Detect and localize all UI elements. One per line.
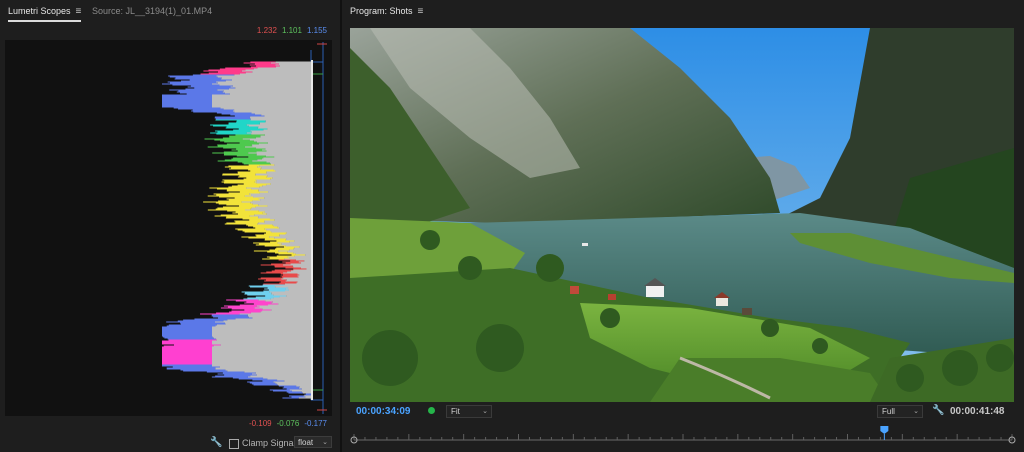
hamburger-menu-icon[interactable]: ≡ bbox=[76, 6, 82, 17]
bit-depth-select[interactable]: float ⌄ bbox=[294, 436, 332, 448]
left-tab-bar: Lumetri Scopes ≡ Source: JL__3194(1)_01.M… bbox=[0, 0, 340, 22]
timeline-ticks bbox=[353, 434, 1013, 440]
scope-bottom-values: -0.109 -0.076 -0.177 bbox=[249, 419, 332, 428]
timeline-ruler bbox=[350, 426, 1016, 444]
tab-source-label: Source: JL__3194(1)_01.MP4 bbox=[92, 6, 213, 16]
program-monitor-panel: Program: Shots ≡ 00:00:34:09 Fit ⌄ Full … bbox=[342, 0, 1024, 452]
scope-top-values: 1.232 1.101 1.155 bbox=[257, 26, 332, 35]
playhead[interactable] bbox=[880, 426, 889, 440]
current-timecode[interactable]: 00:00:34:09 bbox=[356, 406, 410, 417]
top-value-blue: 1.155 bbox=[306, 26, 327, 35]
duration-timecode: 00:00:41:48 bbox=[950, 406, 1005, 417]
histogram-graph bbox=[162, 42, 327, 414]
tab-lumetri-scopes-label: Lumetri Scopes bbox=[8, 6, 71, 16]
histogram-scope bbox=[5, 40, 332, 416]
chevron-down-icon: ⌄ bbox=[482, 408, 488, 415]
chevron-down-icon: ⌄ bbox=[322, 439, 328, 446]
playback-resolution-value: Full bbox=[882, 407, 895, 416]
bottom-value-blue: -0.177 bbox=[304, 419, 327, 428]
top-value-red: 1.232 bbox=[256, 26, 277, 35]
zoom-level-value: Fit bbox=[451, 407, 460, 416]
clamp-signal-checkbox[interactable] bbox=[229, 439, 239, 449]
bottom-value-red: -0.109 bbox=[248, 419, 272, 428]
tab-source[interactable]: Source: JL__3194(1)_01.MP4 bbox=[92, 6, 212, 16]
bottom-value-green: -0.076 bbox=[276, 419, 300, 428]
playback-resolution-select[interactable]: Full ⌄ bbox=[877, 405, 923, 418]
top-value-green: 1.101 bbox=[281, 26, 302, 35]
program-title: Program: Shots bbox=[350, 6, 413, 16]
wrench-icon[interactable]: 🔧 bbox=[210, 437, 222, 448]
clamp-signal-label: Clamp Signal bbox=[242, 438, 296, 448]
hamburger-menu-icon[interactable]: ≡ bbox=[418, 6, 424, 17]
fjord-landscape-image bbox=[350, 28, 1014, 402]
tab-program[interactable]: Program: Shots ≡ bbox=[350, 6, 423, 20]
tab-lumetri-scopes[interactable]: Lumetri Scopes ≡ bbox=[8, 6, 82, 22]
histogram-bars bbox=[162, 61, 312, 399]
zoom-level-select[interactable]: Fit ⌄ bbox=[446, 405, 492, 418]
status-dot-icon bbox=[428, 407, 435, 414]
bit-depth-value: float bbox=[298, 438, 314, 447]
right-tab-bar: Program: Shots ≡ bbox=[342, 0, 1024, 22]
timeline-scrubber[interactable] bbox=[350, 426, 1016, 446]
lumetri-scopes-panel: Lumetri Scopes ≡ Source: JL__3194(1)_01.M… bbox=[0, 0, 342, 452]
program-video-frame[interactable] bbox=[350, 28, 1014, 402]
wrench-icon[interactable]: 🔧 bbox=[932, 405, 944, 416]
chevron-down-icon: ⌄ bbox=[913, 408, 919, 415]
scope-controls: 🔧 Clamp Signal float ⌄ bbox=[0, 436, 340, 452]
